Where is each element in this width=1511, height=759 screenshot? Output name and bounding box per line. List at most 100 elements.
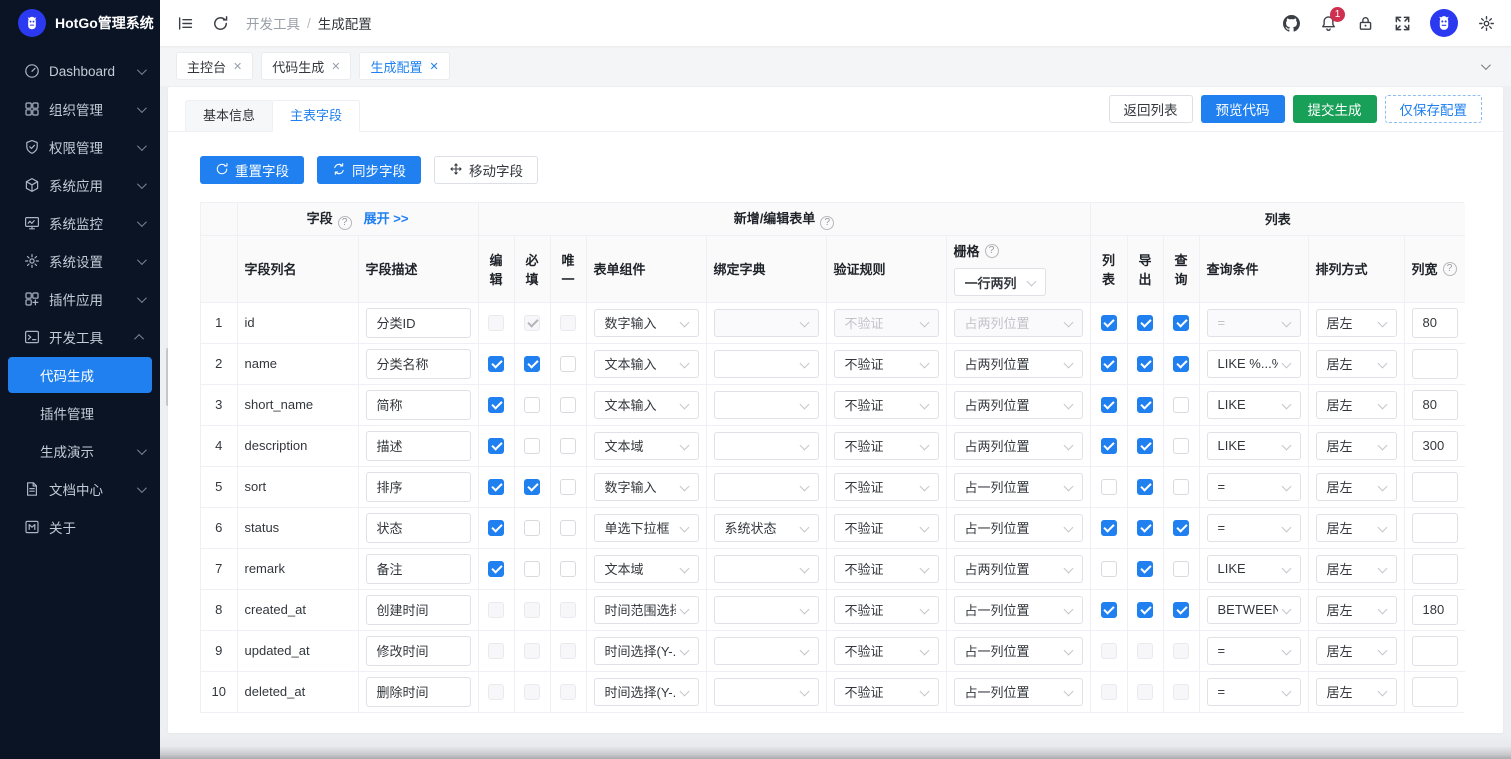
query-condition-select[interactable]: LIKE <box>1206 431 1301 460</box>
field-desc-input[interactable] <box>365 676 471 707</box>
align-select[interactable]: 居左 <box>1315 308 1397 337</box>
list-checkbox[interactable] <box>1100 478 1117 495</box>
dict-select[interactable] <box>713 349 819 378</box>
field-desc-input[interactable] <box>365 471 471 502</box>
dict-select[interactable] <box>713 390 819 419</box>
list-checkbox[interactable] <box>1100 519 1117 536</box>
collapse-menu-icon[interactable] <box>176 14 194 32</box>
query-condition-select[interactable]: = <box>1206 472 1301 501</box>
required-checkbox[interactable] <box>524 519 540 536</box>
sidebar-item-org[interactable]: 组织管理 <box>0 90 160 128</box>
field-desc-input[interactable] <box>365 594 471 625</box>
query-checkbox[interactable] <box>1173 437 1190 454</box>
grid-select[interactable]: 占一列位置 <box>953 472 1083 501</box>
query-condition-select[interactable]: = <box>1206 677 1301 706</box>
dict-select[interactable] <box>713 554 819 583</box>
sidebar-item-dashboard[interactable]: Dashboard <box>0 52 160 90</box>
edit-checkbox[interactable] <box>488 519 504 536</box>
validation-select[interactable]: 不验证 <box>833 472 939 501</box>
edit-checkbox[interactable] <box>488 355 504 372</box>
form-component-select[interactable]: 时间范围选择 <box>593 595 699 624</box>
tab-basic-info[interactable]: 基本信息 <box>185 100 274 132</box>
query-condition-select[interactable]: LIKE %...% <box>1206 349 1301 378</box>
field-desc-input[interactable] <box>365 635 471 666</box>
submit-generate-button[interactable]: 提交生成 <box>1292 95 1377 123</box>
column-width-input[interactable] <box>1411 471 1459 502</box>
required-checkbox[interactable] <box>524 355 540 372</box>
column-width-input[interactable] <box>1411 348 1459 379</box>
align-select[interactable]: 居左 <box>1315 390 1397 419</box>
close-tab-icon[interactable]: ✕ <box>429 60 438 73</box>
column-width-input[interactable] <box>1411 512 1459 543</box>
dict-select[interactable] <box>713 636 819 665</box>
grid-select[interactable]: 占两列位置 <box>953 554 1083 583</box>
expand-link[interactable]: 展开 >> <box>364 211 409 226</box>
query-condition-select[interactable]: = <box>1206 636 1301 665</box>
preview-code-button[interactable]: 预览代码 <box>1200 95 1285 123</box>
sidebar-item-docs[interactable]: 文档中心 <box>0 470 160 508</box>
align-select[interactable]: 居左 <box>1315 349 1397 378</box>
unique-checkbox[interactable] <box>560 560 576 577</box>
edit-checkbox[interactable] <box>488 478 504 495</box>
required-checkbox[interactable] <box>524 478 540 495</box>
validation-select[interactable]: 不验证 <box>833 390 939 419</box>
dict-select[interactable] <box>713 677 819 706</box>
query-condition-select[interactable]: LIKE <box>1206 390 1301 419</box>
align-select[interactable]: 居左 <box>1315 431 1397 460</box>
grid-layout-select[interactable]: 一行两列 <box>953 268 1046 296</box>
breadcrumb-current[interactable]: 生成配置 <box>318 13 372 33</box>
required-checkbox[interactable] <box>524 396 540 413</box>
edit-checkbox[interactable] <box>488 437 504 454</box>
back-list-button[interactable]: 返回列表 <box>1108 95 1193 123</box>
list-checkbox[interactable] <box>1100 314 1117 331</box>
column-width-input[interactable] <box>1411 553 1459 584</box>
move-fields-button[interactable]: 移动字段 <box>434 156 538 184</box>
breadcrumb-parent[interactable]: 开发工具 <box>246 13 300 33</box>
column-width-input[interactable] <box>1411 389 1459 420</box>
sidebar-item-pluginapp[interactable]: 插件应用 <box>0 280 160 318</box>
dict-select[interactable] <box>713 595 819 624</box>
tab-main-fields[interactable]: 主表字段 <box>272 100 361 132</box>
align-select[interactable]: 居左 <box>1315 554 1397 583</box>
field-desc-input[interactable] <box>365 553 471 584</box>
unique-checkbox[interactable] <box>560 396 576 413</box>
close-tab-icon[interactable]: ✕ <box>331 60 340 73</box>
column-width-input[interactable] <box>1411 594 1459 625</box>
settings-gear-icon[interactable] <box>1477 14 1495 32</box>
required-checkbox[interactable] <box>524 437 540 454</box>
column-width-input[interactable] <box>1411 307 1459 338</box>
tab-genconfig[interactable]: 生成配置 ✕ <box>359 52 450 80</box>
align-select[interactable]: 居左 <box>1315 595 1397 624</box>
github-icon[interactable] <box>1282 14 1300 32</box>
form-component-select[interactable]: 单选下拉框 <box>593 513 699 542</box>
grid-select[interactable]: 占两列位置 <box>953 390 1083 419</box>
validation-select[interactable]: 不验证 <box>833 554 939 583</box>
unique-checkbox[interactable] <box>560 437 576 454</box>
form-component-select[interactable]: 文本输入 <box>593 390 699 419</box>
sync-fields-button[interactable]: 同步字段 <box>317 156 421 184</box>
query-checkbox[interactable] <box>1173 560 1190 577</box>
lock-icon[interactable] <box>1356 14 1374 32</box>
reset-fields-button[interactable]: 重置字段 <box>200 156 304 184</box>
query-checkbox[interactable] <box>1173 314 1190 331</box>
query-checkbox[interactable] <box>1173 601 1190 618</box>
form-component-select[interactable]: 文本域 <box>593 431 699 460</box>
query-checkbox[interactable] <box>1173 355 1190 372</box>
grid-select[interactable]: 占一列位置 <box>953 677 1083 706</box>
query-condition-select[interactable]: BETWEEN <box>1206 595 1301 624</box>
sidebar-item-about[interactable]: 关于 <box>0 508 160 546</box>
grid-select[interactable]: 占两列位置 <box>953 431 1083 460</box>
list-checkbox[interactable] <box>1100 396 1117 413</box>
export-checkbox[interactable] <box>1137 519 1154 536</box>
list-checkbox[interactable] <box>1100 355 1117 372</box>
export-checkbox[interactable] <box>1137 478 1154 495</box>
form-component-select[interactable]: 文本输入 <box>593 349 699 378</box>
sidebar-item-auth[interactable]: 权限管理 <box>0 128 160 166</box>
validation-select[interactable]: 不验证 <box>833 513 939 542</box>
fullscreen-icon[interactable] <box>1393 14 1411 32</box>
tabstrip-dropdown-icon[interactable] <box>1473 59 1495 70</box>
form-component-select[interactable]: 数字输入 <box>593 308 699 337</box>
form-component-select[interactable]: 文本域 <box>593 554 699 583</box>
column-width-input[interactable] <box>1411 635 1459 666</box>
refresh-page-icon[interactable] <box>211 14 229 32</box>
